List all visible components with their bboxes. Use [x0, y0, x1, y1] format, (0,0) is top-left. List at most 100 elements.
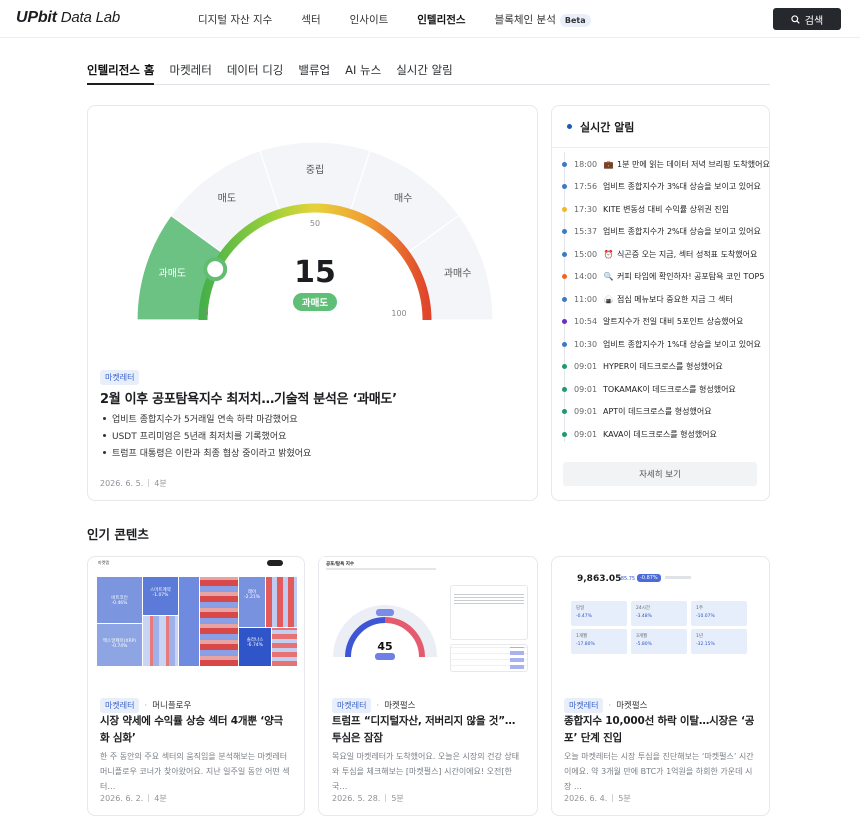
logo[interactable]: UPbit Data Lab	[16, 9, 120, 27]
gauge-tick-0: 0	[203, 309, 208, 318]
gauge-zone-label: 과매수	[444, 268, 472, 280]
gauge-tick-100: 100	[391, 309, 406, 318]
alert-item[interactable]: 10:30 업비트 종합지수가 1%대 상승을 보이고 있어요	[562, 337, 761, 351]
alert-time: 15:00	[574, 249, 598, 259]
card-1-date: 2026. 6. 2. 4분	[100, 794, 167, 803]
intelligence-tabs: 인텔리전스 홈 마켓레터 데이터 디깅 밸류업 AI 뉴스 실시간 알림	[87, 62, 770, 85]
alert-dot-icon	[562, 341, 567, 347]
alert-text: KITE 변동성 대비 수익률 상위권 진입	[603, 204, 729, 214]
alert-dot-icon	[562, 386, 567, 392]
feature-bullet: 업비트 종합지수가 5거래일 연속 하락 마감했어요	[100, 412, 311, 429]
alert-item[interactable]: 15:37 업비트 종합지수가 2%대 상승을 보이고 있어요	[562, 225, 761, 239]
alert-text: APT이 데드크로스를 형성했어요	[603, 407, 712, 416]
alert-item[interactable]: 15:00 ⏰ 식곤증 오는 지금, 섹터 성적표 도착했어요	[562, 247, 757, 261]
alert-text: 알트지수가 전일 대비 5포인트 상승했어요	[603, 317, 744, 326]
tab-5[interactable]: AI 뉴스	[345, 62, 381, 85]
alert-text: 업비트 종합지수가 3%대 상승을 보이고 있어요	[603, 182, 761, 191]
svg-text:45: 45	[377, 640, 392, 653]
alert-dot-icon	[562, 229, 567, 234]
alert-dot-icon	[562, 184, 567, 189]
alert-item[interactable]: 11:00 🍙 점심 메뉴보다 중요한 지금 그 섹터	[562, 292, 733, 306]
tab-1[interactable]: 인텔리전스 홈	[87, 62, 155, 85]
card-3-thumbnail: 9,863.05 -85.75 -0.87% 당일 -0.47% 24시간 -3.48…	[563, 568, 759, 668]
alert-time: 18:00	[574, 159, 598, 169]
alert-item[interactable]: 17:56 업비트 종합지수가 3%대 상승을 보이고 있어요	[562, 180, 761, 194]
nav-item-blockchain[interactable]: 블록체인 분석 Beta	[495, 12, 620, 27]
alert-emoji-icon: 💼	[603, 159, 614, 169]
card-2-thumbnail: 공포/탐욕 지수 45	[320, 557, 534, 675]
card-1-title[interactable]: 시장 약세에 수익률 상승 섹터 4개뿐 ‘양극화 심화’	[100, 713, 290, 747]
alert-item[interactable]: 09:01 HYPER이 데드크로스를 형성했어요	[562, 360, 723, 374]
feature-tag: 마켓레터	[100, 370, 140, 385]
card-1-meta: 마켓레터 · 머니플로우	[100, 693, 191, 713]
gauge-needle-knob	[203, 257, 228, 282]
nav-item-5[interactable]: 블록체인 분석	[495, 14, 556, 26]
feature-bullets: 업비트 종합지수가 5거래일 연속 하락 마감했어요 USDT 프리미엄은 5년래…	[100, 412, 311, 463]
tab-3[interactable]: 데이터 디깅	[227, 62, 284, 85]
stat-cell: 24시간 -3.48%	[631, 601, 687, 626]
card-2-title[interactable]: 트럼프 “디지털자산, 저버리지 않을 것”…투심은 잠잠	[332, 713, 524, 747]
alert-text: KAVA이 데드크로스를 형성했어요	[603, 429, 717, 439]
alert-time: 14:00	[574, 272, 598, 281]
nav-item-2[interactable]: 섹터	[301, 12, 320, 27]
card-2-date: 2026. 5. 28. 5분	[332, 794, 404, 803]
nav-item-1[interactable]: 디지털 자산 지수	[198, 12, 272, 27]
gauge-zone-label: 과매도	[159, 268, 187, 280]
card-3-desc: 오늘 마켓레터는 시장 투심을 진단해보는 ‘마켓펄스’ 시간이에요. 약 3개…	[564, 752, 754, 791]
alert-dot-icon	[562, 364, 567, 369]
alert-text: 업비트 종합지수가 2%대 상승을 보이고 있어요	[603, 227, 761, 236]
alert-text: 점심 메뉴보다 중요한 지금 그 섹터	[617, 294, 733, 304]
alert-item[interactable]: 09:01 APT이 데드크로스를 형성했어요	[562, 405, 712, 419]
alert-item[interactable]: 14:00 🔍 커피 타임에 확인하자! 공포탐욕 코인 TOP5	[562, 270, 764, 284]
alert-dot-icon	[562, 206, 567, 212]
alert-emoji-icon: ⏰	[603, 249, 614, 259]
alert-item[interactable]: 09:01 TOKAMAK이 데드크로스를 형성했어요	[562, 382, 736, 396]
tab-6[interactable]: 실시간 알림	[396, 62, 453, 85]
alert-time: 09:01	[574, 429, 598, 439]
alert-time: 15:37	[574, 227, 598, 236]
alert-text: 업비트 종합지수가 1%대 상승을 보이고 있어요	[603, 339, 761, 349]
alert-emoji-icon: 🔍	[603, 272, 614, 281]
feature-bullet: USDT 프리미엄은 5년래 최저치를 기록했어요	[100, 429, 311, 446]
alert-text: TOKAMAK이 데드크로스를 형성했어요	[603, 384, 736, 394]
alert-dot-icon	[562, 409, 567, 414]
nav-item-3[interactable]: 인사이트	[350, 12, 389, 27]
alert-time: 17:56	[574, 182, 598, 191]
alert-item[interactable]: 09:01 KAVA이 데드크로스를 형성했어요	[562, 427, 717, 441]
card-1-thumbnail: 마켓맵 비트코인 -0.46% 엑스알제이(XRP) -0.74% 스마트계약 -1.…	[95, 557, 299, 675]
tab-2[interactable]: 마켓레터	[169, 62, 211, 85]
alert-dot-icon	[562, 251, 567, 257]
alert-text: 1분 만에 읽는 데이터 저녁 브리핑 도착했어요	[617, 159, 770, 169]
top-header: UPbit Data Lab 디지털 자산 지수 섹터 인사이트 인텔리전스 블록체인 …	[0, 0, 860, 38]
alert-time: 09:01	[574, 384, 598, 394]
card-2-meta: 마켓레터 · 마켓펄스	[332, 693, 415, 713]
alert-item[interactable]: 17:30 KITE 변동성 대비 수익률 상위권 진입	[562, 202, 729, 216]
feature-bullet: 트럼프 대통령은 이란과 최종 협상 중이라고 밝혔어요	[100, 446, 311, 463]
alert-time: 09:01	[574, 407, 598, 416]
stat-cell: 1주 -10.07%	[691, 601, 747, 626]
tab-4[interactable]: 밸류업	[298, 62, 330, 85]
alerts-more-button[interactable]: 자세히 보기	[563, 462, 757, 486]
alert-time: 10:30	[574, 339, 598, 349]
card-2-desc: 목요일 마켓레터가 도착했어요. 오늘은 시장의 건강 상태와 투심을 체크해보…	[332, 752, 520, 791]
gauge-zone-label: 중립	[306, 163, 324, 176]
alert-dot-icon	[562, 274, 567, 279]
alert-time: 09:01	[574, 362, 598, 371]
live-dot-icon	[567, 124, 572, 129]
stat-cell: 1개월 -17.80%	[571, 629, 627, 654]
search-button[interactable]: 검색	[773, 8, 841, 30]
alert-dot-icon	[562, 431, 567, 437]
alert-dot-icon	[562, 296, 567, 302]
feature-title[interactable]: 2월 이후 공포탐욕지수 최저치…기술적 분석은 ‘과매도’	[100, 388, 397, 407]
gauge-zone-label: 매수	[394, 193, 412, 205]
divider	[551, 147, 770, 148]
card-3-title[interactable]: 종합지수 10,000선 하락 이탈…시장은 ‘공포’ 단계 진입	[564, 713, 760, 747]
popular-title: 인기 콘텐츠	[87, 527, 149, 542]
alert-item[interactable]: 10:54 알트지수가 전일 대비 5포인트 상승했어요	[562, 315, 743, 329]
card-3-date: 2026. 6. 4. 5분	[564, 794, 631, 803]
gauge-state: 과매도	[302, 297, 328, 309]
feature-date: 2026. 6. 5.	[100, 479, 144, 488]
nav-item-4[interactable]: 인텔리전스	[417, 12, 465, 27]
gauge-zone-label: 매도	[218, 193, 236, 205]
alert-item[interactable]: 18:00 💼 1분 만에 읽는 데이터 저녁 브리핑 도착했어요	[562, 157, 770, 171]
